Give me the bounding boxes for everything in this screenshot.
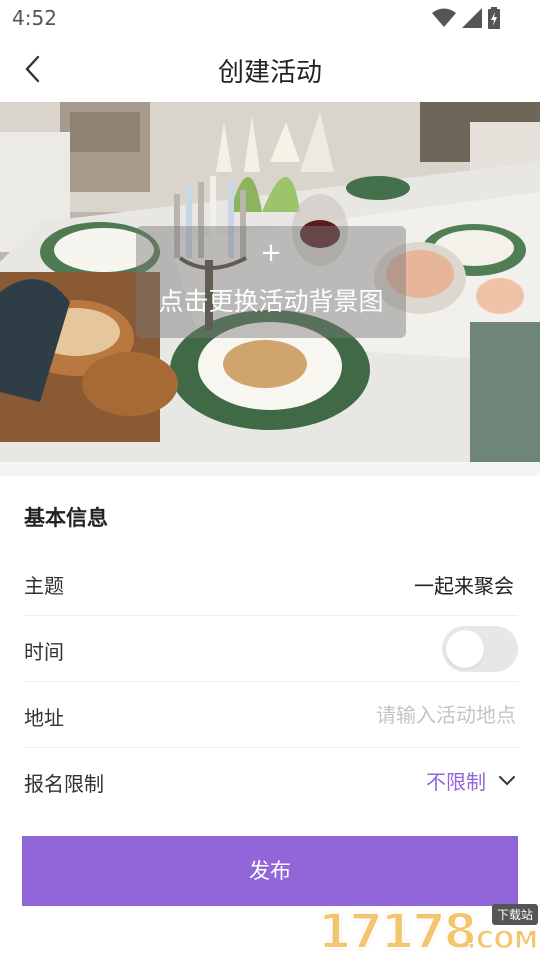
battery-icon: [488, 7, 500, 29]
watermark-suffix: .COM: [466, 926, 538, 955]
plus-icon: +: [260, 238, 282, 268]
toggle-knob: [446, 630, 484, 668]
signal-icon: [462, 8, 482, 28]
section-divider: [0, 462, 540, 476]
status-time: 4:52: [12, 6, 57, 30]
watermark-badge: 下载站: [491, 904, 538, 925]
status-bar: 4:52: [0, 0, 540, 36]
watermark-number: 17178: [317, 903, 478, 960]
status-icons: [432, 7, 500, 29]
signup-limit-row[interactable]: 报名限制 不限制: [24, 748, 518, 814]
page-title: 创建活动: [217, 58, 322, 88]
publish-button[interactable]: 发布: [22, 836, 518, 906]
topic-label: 主题: [24, 574, 64, 598]
chevron-down-icon: [499, 775, 515, 785]
change-background-button[interactable]: + 点击更换活动背景图: [136, 226, 406, 338]
activity-banner[interactable]: + 点击更换活动背景图: [0, 102, 540, 462]
watermark-logo: 17178 下载站 .COM: [317, 900, 540, 960]
wifi-icon: [432, 8, 456, 27]
address-row: 地址: [24, 682, 518, 748]
section-title-basic-info: 基本信息: [24, 506, 108, 530]
topic-row[interactable]: 主题 一起来聚会: [24, 550, 518, 616]
topic-value[interactable]: 一起来聚会: [414, 570, 514, 599]
time-toggle[interactable]: [442, 626, 518, 672]
signup-limit-value: 不限制: [426, 770, 486, 794]
address-input[interactable]: [296, 698, 516, 732]
signup-limit-label: 报名限制: [24, 772, 104, 796]
change-background-label: 点击更换活动背景图: [158, 287, 384, 316]
signup-limit-select[interactable]: 不限制: [426, 766, 516, 795]
address-label: 地址: [24, 706, 64, 730]
nav-bar: 创建活动: [0, 36, 540, 102]
time-label: 时间: [24, 640, 64, 664]
time-row: 时间: [24, 616, 518, 682]
